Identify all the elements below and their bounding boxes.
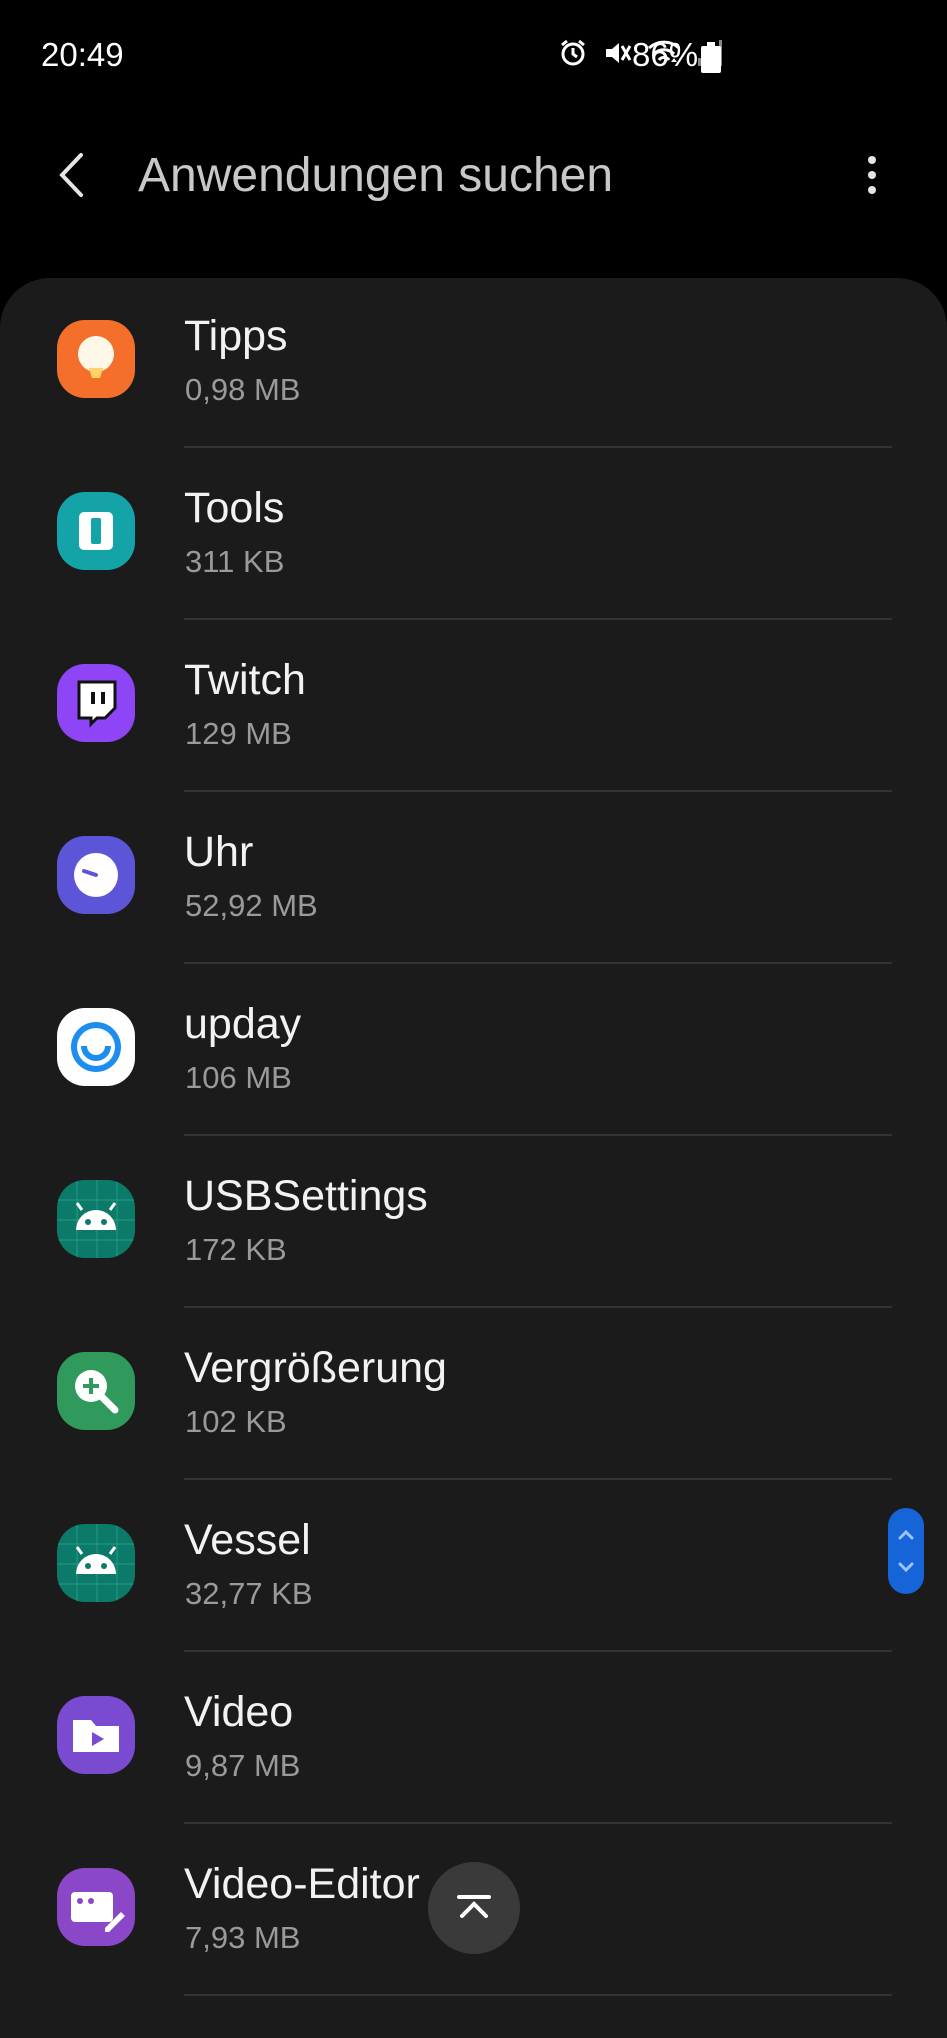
app-row-uhr[interactable]: Uhr 52,92 MB	[0, 794, 947, 966]
video-folder-icon	[57, 1696, 135, 1774]
more-vertical-icon	[867, 155, 877, 200]
app-name: Video	[184, 1688, 294, 1736]
chevron-left-icon	[57, 152, 87, 203]
upday-icon	[57, 1008, 135, 1086]
app-size: 102 KB	[185, 1404, 287, 1439]
app-size: 9,87 MB	[185, 1748, 301, 1783]
app-list: Tipps 0,98 MB Tools 311 KB Twitch 129 MB…	[0, 278, 947, 2038]
app-name: Vergrößerung	[184, 1344, 447, 1392]
app-row-tipps[interactable]: Tipps 0,98 MB	[0, 278, 947, 450]
battery-percent: 86%	[632, 36, 699, 73]
divider	[184, 790, 892, 792]
app-row-usbsettings[interactable]: USBSettings 172 KB	[0, 1138, 947, 1310]
app-row-twitch[interactable]: Twitch 129 MB	[0, 622, 947, 794]
lightbulb-icon	[57, 320, 135, 398]
scroll-handle-icon	[888, 1529, 924, 1598]
more-options-button[interactable]	[852, 137, 892, 217]
app-row-upday[interactable]: upday 106 MB	[0, 966, 947, 1138]
battery-icon	[700, 42, 722, 79]
chevron-up-icon	[454, 1886, 494, 1931]
app-size: 311 KB	[185, 544, 285, 579]
app-size: 0,98 MB	[185, 372, 301, 407]
app-name: USBSettings	[184, 1172, 428, 1220]
video-editor-icon	[57, 1868, 135, 1946]
app-name: Tipps	[184, 312, 288, 360]
app-size: 32,77 KB	[185, 1576, 313, 1611]
page-title: Anwendungen suchen	[138, 149, 614, 202]
app-row-video[interactable]: Video 9,87 MB	[0, 1654, 947, 1826]
alarm-icon	[558, 38, 588, 68]
tools-icon	[57, 492, 135, 570]
divider	[184, 446, 892, 448]
twitch-icon	[57, 664, 135, 742]
divider	[184, 618, 892, 620]
divider	[184, 1134, 892, 1136]
android-icon	[57, 1180, 135, 1258]
scroll-to-top-button[interactable]	[428, 1862, 520, 1954]
magnifier-icon	[57, 1352, 135, 1430]
divider	[184, 1994, 892, 1996]
back-button[interactable]	[42, 137, 102, 217]
app-name: Uhr	[184, 828, 254, 876]
app-bar: Anwendungen suchen	[0, 115, 947, 265]
divider	[184, 962, 892, 964]
app-name: Vessel	[184, 1516, 311, 1564]
app-name: Video-Editor	[184, 1860, 420, 1908]
app-name: Tools	[184, 484, 285, 532]
app-size: 106 MB	[185, 1060, 292, 1095]
status-time: 20:49	[41, 36, 124, 73]
app-name: upday	[184, 1000, 302, 1048]
clock-icon	[57, 836, 135, 914]
divider	[184, 1650, 892, 1652]
divider	[184, 1822, 892, 1824]
divider	[184, 1478, 892, 1480]
status-bar: 20:49 86%	[0, 0, 947, 115]
android-icon	[57, 1524, 135, 1602]
app-size: 129 MB	[185, 716, 292, 751]
app-row-tools[interactable]: Tools 311 KB	[0, 450, 947, 622]
app-row-vergroesserung[interactable]: Vergrößerung 102 KB	[0, 1310, 947, 1482]
fast-scroll-handle[interactable]	[888, 1508, 924, 1594]
app-row-vessel[interactable]: Vessel 32,77 KB	[0, 1482, 947, 1654]
app-size: 172 KB	[185, 1232, 287, 1267]
app-name: Twitch	[184, 656, 306, 704]
app-size: 7,93 MB	[185, 1920, 301, 1955]
app-size: 52,92 MB	[185, 888, 318, 923]
mute-icon	[602, 38, 632, 68]
divider	[184, 1306, 892, 1308]
